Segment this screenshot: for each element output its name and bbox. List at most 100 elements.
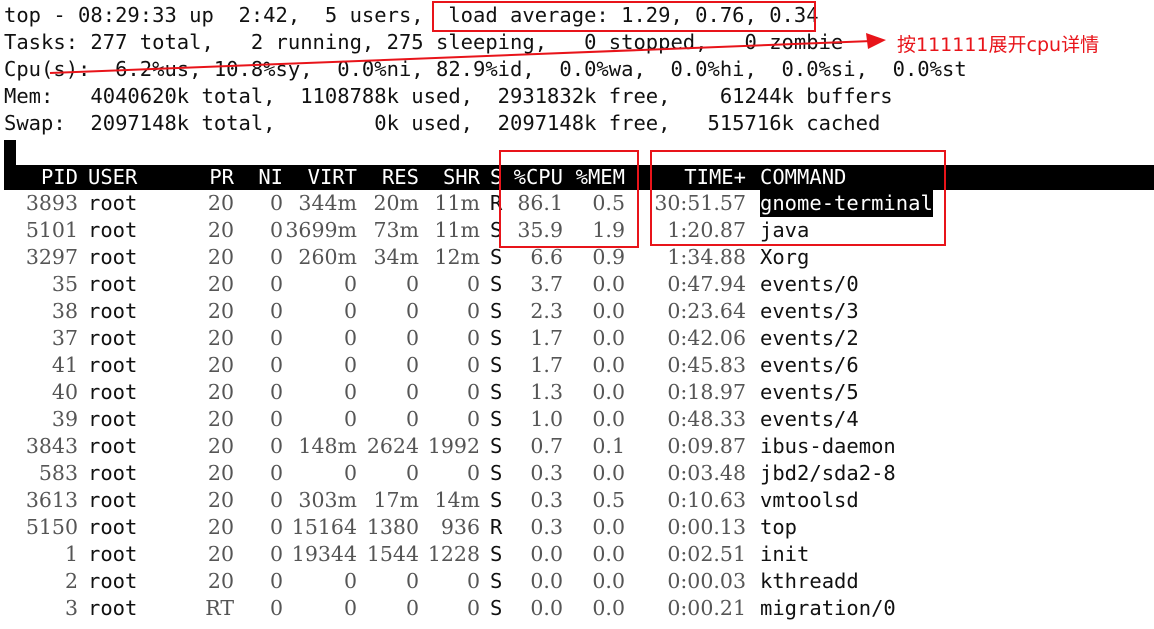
cell-shr: 12m <box>434 245 480 269</box>
cell-time: 0:02.51 <box>667 542 746 566</box>
cell-user: root <box>88 272 138 296</box>
cell-pid: 3297 <box>25 245 78 269</box>
column-header-pid[interactable]: PID <box>41 165 78 190</box>
cell-virt: 0 <box>343 380 357 404</box>
cell-time: 0:47.94 <box>667 272 746 296</box>
cell-cpu: 1.3 <box>530 380 563 404</box>
cell-command: events/3 <box>760 299 859 323</box>
cell-res: 0 <box>405 353 419 377</box>
cell-cpu: 0.3 <box>530 488 563 512</box>
cell-pid: 3893 <box>25 191 78 215</box>
cell-res: 0 <box>405 380 419 404</box>
cell-res: 1380 <box>366 515 419 539</box>
cell-res: 0 <box>405 596 419 620</box>
cell-s: S <box>490 272 503 296</box>
cell-pr: 20 <box>207 218 234 242</box>
column-header-user[interactable]: USER <box>88 165 137 190</box>
cpu-mem-highlight-box <box>499 150 639 248</box>
cell-pr: RT <box>205 596 234 620</box>
cell-pid: 40 <box>51 380 78 404</box>
cell-user: root <box>88 380 138 404</box>
cell-shr: 0 <box>466 461 480 485</box>
cell-virt: 3699m <box>285 218 357 242</box>
cell-pid: 3843 <box>25 434 78 458</box>
cell-command: events/0 <box>760 272 859 296</box>
cell-cpu: 1.7 <box>530 353 563 377</box>
cell-pid: 38 <box>51 299 78 323</box>
cell-shr: 0 <box>466 326 480 350</box>
cell-pid: 37 <box>51 326 78 350</box>
cell-res: 17m <box>373 488 419 512</box>
cell-ni: 0 <box>269 380 283 404</box>
cell-user: root <box>88 218 138 242</box>
cell-ni: 0 <box>269 326 283 350</box>
cell-shr: 0 <box>466 569 480 593</box>
cell-command: ibus-daemon <box>760 434 896 458</box>
cell-virt: 0 <box>343 299 357 323</box>
cell-res: 2624 <box>366 434 419 458</box>
cell-pr: 20 <box>207 272 234 296</box>
column-header-res[interactable]: RES <box>382 165 419 190</box>
cell-pid: 35 <box>51 272 78 296</box>
cell-command: kthreadd <box>760 569 859 593</box>
cell-shr: 11m <box>434 218 480 242</box>
cell-s: S <box>490 542 503 566</box>
cell-mem: 0.0 <box>592 326 625 350</box>
cell-user: root <box>88 515 138 539</box>
cell-ni: 0 <box>269 353 283 377</box>
cell-res: 1544 <box>366 542 419 566</box>
cell-s: S <box>490 596 503 620</box>
cell-user: root <box>88 569 138 593</box>
cell-command: top <box>760 515 798 539</box>
cell-virt: 0 <box>343 407 357 431</box>
cell-shr: 0 <box>466 407 480 431</box>
cell-pr: 20 <box>207 407 234 431</box>
cell-user: root <box>88 488 138 512</box>
cell-res: 20m <box>373 191 419 215</box>
cell-pr: 20 <box>207 515 234 539</box>
summary-cpu-line: Cpu(s): 6.2%us, 10.8%sy, 0.0%ni, 82.9%id… <box>4 57 967 81</box>
cell-pr: 20 <box>207 542 234 566</box>
cell-res: 0 <box>405 569 419 593</box>
cell-mem: 0.0 <box>592 515 625 539</box>
cell-pr: 20 <box>207 434 234 458</box>
annotation-note: 按111111展开cpu详情 <box>897 34 1100 56</box>
cell-shr: 11m <box>434 191 480 215</box>
cell-pr: 20 <box>207 353 234 377</box>
summary-tasks-line: Tasks: 277 total, 2 running, 275 sleepin… <box>4 30 844 54</box>
cell-shr: 0 <box>466 272 480 296</box>
cell-virt: 19344 <box>291 542 357 566</box>
cell-mem: 0.0 <box>592 407 625 431</box>
cell-time: 0:45.83 <box>667 353 746 377</box>
cell-s: S <box>490 488 503 512</box>
column-header-virt[interactable]: VIRT <box>308 165 357 190</box>
cell-virt: 303m <box>298 488 357 512</box>
cell-res: 73m <box>373 218 419 242</box>
cell-mem: 0.0 <box>592 596 625 620</box>
cell-ni: 0 <box>269 515 283 539</box>
cell-cpu: 1.0 <box>530 407 563 431</box>
cell-ni: 0 <box>269 218 283 242</box>
cell-virt: 0 <box>343 461 357 485</box>
cell-command: events/2 <box>760 326 859 350</box>
cell-s: S <box>490 353 503 377</box>
cell-virt: 0 <box>343 569 357 593</box>
cell-cpu: 0.0 <box>530 596 563 620</box>
column-header-ni[interactable]: NI <box>258 165 283 190</box>
column-header-pr[interactable]: PR <box>209 165 234 190</box>
cell-time: 0:00.21 <box>667 596 746 620</box>
cell-shr: 1992 <box>427 434 480 458</box>
cell-pr: 20 <box>207 191 234 215</box>
cell-pr: 20 <box>207 380 234 404</box>
cell-pr: 20 <box>207 299 234 323</box>
column-header-shr[interactable]: SHR <box>443 165 480 190</box>
cell-command: events/6 <box>760 353 859 377</box>
cell-mem: 0.9 <box>592 245 625 269</box>
cell-time: 0:42.06 <box>667 326 746 350</box>
cell-user: root <box>88 191 138 215</box>
cell-command: init <box>760 542 810 566</box>
cell-time: 0:23.64 <box>667 299 746 323</box>
cell-res: 0 <box>405 326 419 350</box>
cell-shr: 936 <box>440 515 480 539</box>
cell-virt: 0 <box>343 326 357 350</box>
